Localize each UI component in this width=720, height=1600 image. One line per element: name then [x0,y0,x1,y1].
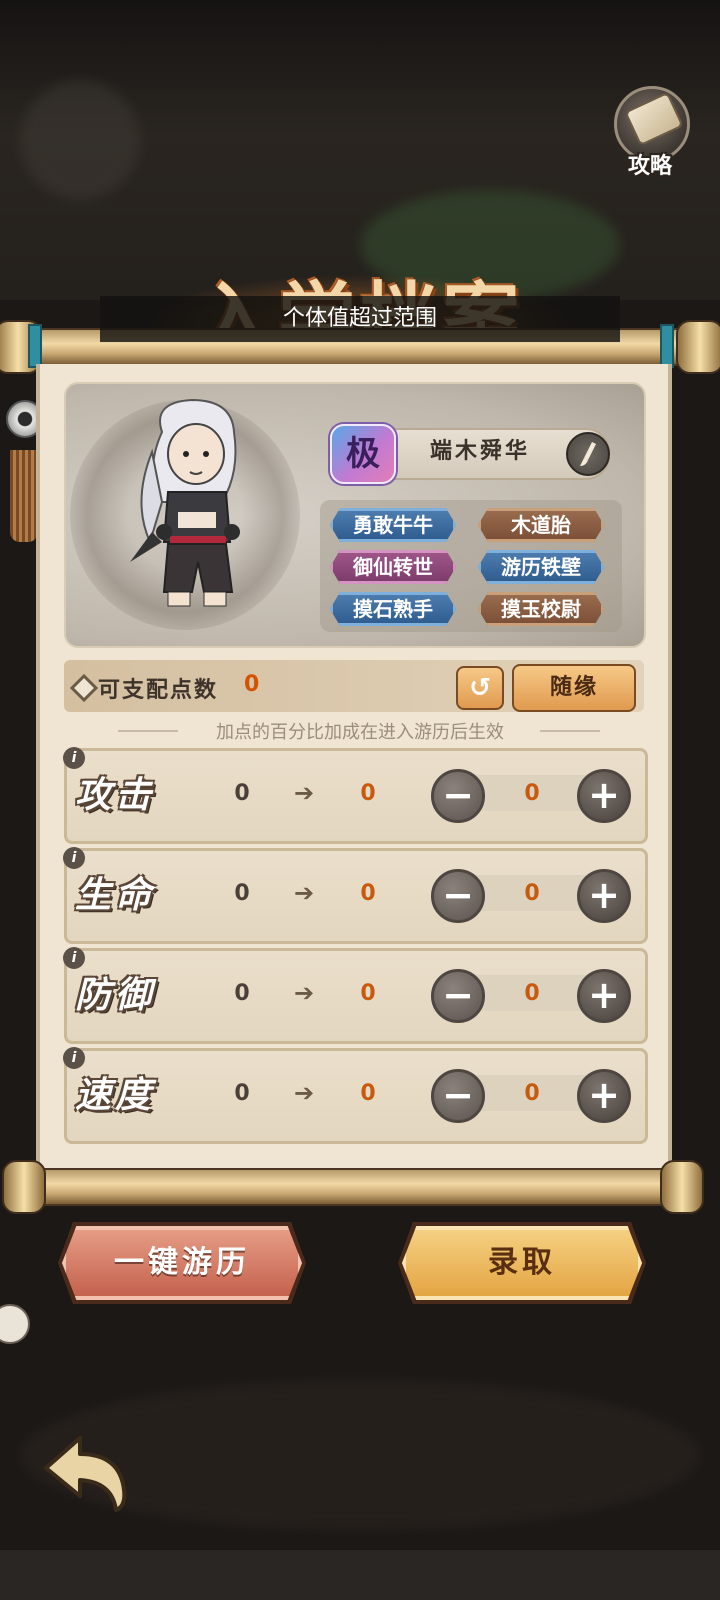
plus-button[interactable]: + [577,769,631,823]
stat-row-speed: i 速度 0 ➔ 0 − 0 + [63,1047,648,1144]
random-button[interactable]: 随缘 [512,664,636,712]
admit-button[interactable]: 录取 [402,1226,642,1300]
stat-row-defense: i 防御 0 ➔ 0 − 0 + [63,947,648,1044]
stat-base-value: 0 [234,881,250,906]
stat-result-value: 0 [360,781,376,806]
stat-name: 防御 [75,975,156,1016]
trait-tag[interactable]: 御仙转世 [330,550,456,584]
stat-name: 速度 [75,1075,156,1116]
reset-button[interactable]: ↺ [456,666,504,710]
undo-icon: ↺ [469,673,491,703]
auto-travel-button[interactable]: 一键游历 [62,1226,302,1300]
bottom-strip [0,1550,720,1600]
background-blob [20,80,140,200]
stat-allocated-value: 0 [524,1081,540,1106]
plus-button[interactable]: + [577,969,631,1023]
rod-band-right [660,324,674,368]
hint-divider-right [540,730,600,732]
trait-tag[interactable]: 摸石熟手 [330,592,456,626]
rod-cap-right-bottom [660,1160,704,1214]
brush-icon[interactable] [566,432,610,476]
stat-result-value: 0 [360,881,376,906]
stat-allocated-value: 0 [524,781,540,806]
stat-base-value: 0 [234,1081,250,1106]
minus-button[interactable]: − [431,769,485,823]
arrow-right-icon: ➔ [293,779,315,807]
tassel-icon [10,450,38,542]
stat-allocated-value: 0 [524,981,540,1006]
trait-tag[interactable]: 勇敢牛牛 [330,508,456,542]
stat-result-value: 0 [360,1081,376,1106]
stat-base-value: 0 [234,781,250,806]
arrow-right-icon: ➔ [293,1079,315,1107]
stat-name: 攻击 [75,775,156,816]
character-name: 端木舜华 [429,439,530,464]
brush-glyph [580,442,596,466]
back-arrow-icon[interactable] [40,1432,130,1512]
stat-allocated-value: 0 [524,881,540,906]
trait-tag[interactable]: 游历铁壁 [478,550,604,584]
trait-tag[interactable]: 木道胎 [478,508,604,542]
minus-button[interactable]: − [431,969,485,1023]
plus-button[interactable]: + [577,1069,631,1123]
character-portrait [130,398,240,607]
hint-text: 加点的百分比加成在进入游历后生效 [216,722,504,743]
minus-button[interactable]: − [431,869,485,923]
toast-message: 个体值超过范围 [100,296,620,342]
minus-button[interactable]: − [431,1069,485,1123]
stat-row-attack: i 攻击 0 ➔ 0 − 0 + [63,747,648,844]
stat-base-value: 0 [234,981,250,1006]
rod-cap-left-bottom [2,1160,46,1214]
chat-icon[interactable] [0,1304,30,1344]
rank-badge: 极 [330,424,396,484]
arrow-right-icon: ➔ [293,879,315,907]
trait-tag[interactable]: 摸玉校尉 [478,592,604,626]
plus-button[interactable]: + [577,869,631,923]
scroll-rod-bottom [20,1168,704,1206]
rod-cap-right [676,320,720,374]
rod-band-left [28,324,42,368]
guide-label: 攻略 [627,154,672,179]
points-value: 0 [244,672,260,697]
stat-result-value: 0 [360,981,376,1006]
guide-button[interactable]: 攻略 [612,84,692,179]
points-label: 可支配点数 [98,678,219,703]
arrow-right-icon: ➔ [293,979,315,1007]
stat-row-health: i 生命 0 ➔ 0 − 0 + [63,847,648,944]
stat-name: 生命 [75,875,156,916]
